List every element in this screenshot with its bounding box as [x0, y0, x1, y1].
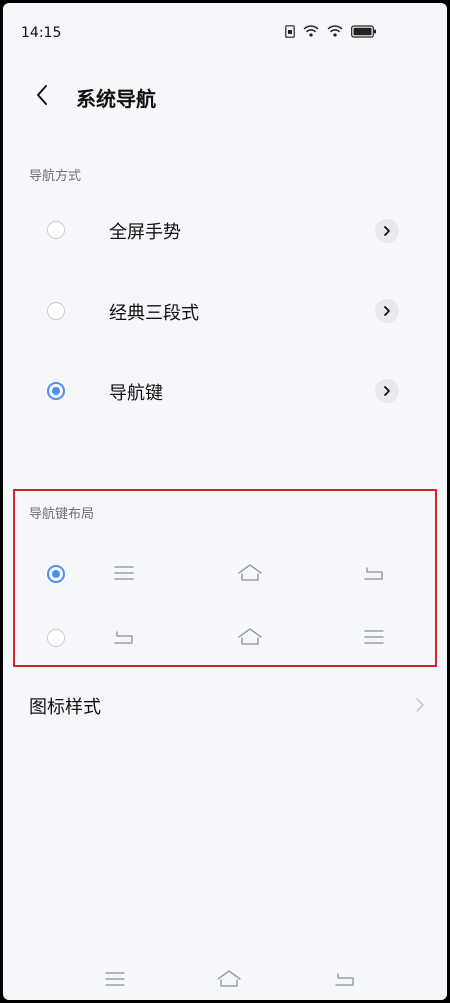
wifi-icon: [327, 25, 343, 38]
radio-layout-1[interactable]: [47, 565, 65, 583]
home-icon: [236, 625, 264, 651]
wifi-call-icon: [303, 25, 319, 38]
status-icons: [285, 25, 377, 38]
home-icon: [236, 561, 264, 587]
option-label: 导航键: [109, 383, 163, 404]
chevron-right-icon[interactable]: [375, 379, 399, 403]
status-time: 14:15: [21, 25, 62, 41]
menu-icon[interactable]: [103, 969, 127, 993]
option-label: 经典三段式: [109, 303, 199, 324]
title-bar: 系统导航: [3, 73, 447, 123]
menu-icon: [112, 563, 136, 587]
back-arrow-icon[interactable]: [31, 83, 55, 107]
screen: 14:15 系统导航 导航方式 全屏手势 经典三段式 导航键 导航键布局 图标样…: [3, 3, 447, 1000]
page-title: 系统导航: [76, 87, 156, 111]
icon-style-row[interactable]: 图标样式: [3, 685, 447, 729]
chevron-right-icon[interactable]: [375, 219, 399, 243]
chevron-right-icon[interactable]: [375, 299, 399, 323]
home-icon[interactable]: [215, 967, 243, 993]
radio-fullscreen-gesture[interactable]: [47, 221, 65, 239]
radio-classic-three-key[interactable]: [47, 302, 65, 320]
section-label-nav-method: 导航方式: [29, 169, 82, 184]
status-bar: 14:15: [3, 3, 447, 47]
menu-icon: [362, 627, 386, 651]
back-icon: [112, 627, 136, 651]
radio-layout-2[interactable]: [47, 629, 65, 647]
icon-style-label: 图标样式: [29, 697, 101, 718]
chevron-right-icon: [415, 697, 425, 717]
section-label-nav-layout: 导航键布局: [29, 507, 95, 522]
battery-icon: [351, 25, 377, 38]
sim-icon: [285, 25, 295, 38]
back-icon[interactable]: [333, 969, 357, 993]
system-nav-bar: [3, 961, 447, 1000]
option-label: 全屏手势: [109, 222, 181, 243]
back-icon: [362, 563, 386, 587]
radio-nav-keys[interactable]: [47, 382, 65, 400]
